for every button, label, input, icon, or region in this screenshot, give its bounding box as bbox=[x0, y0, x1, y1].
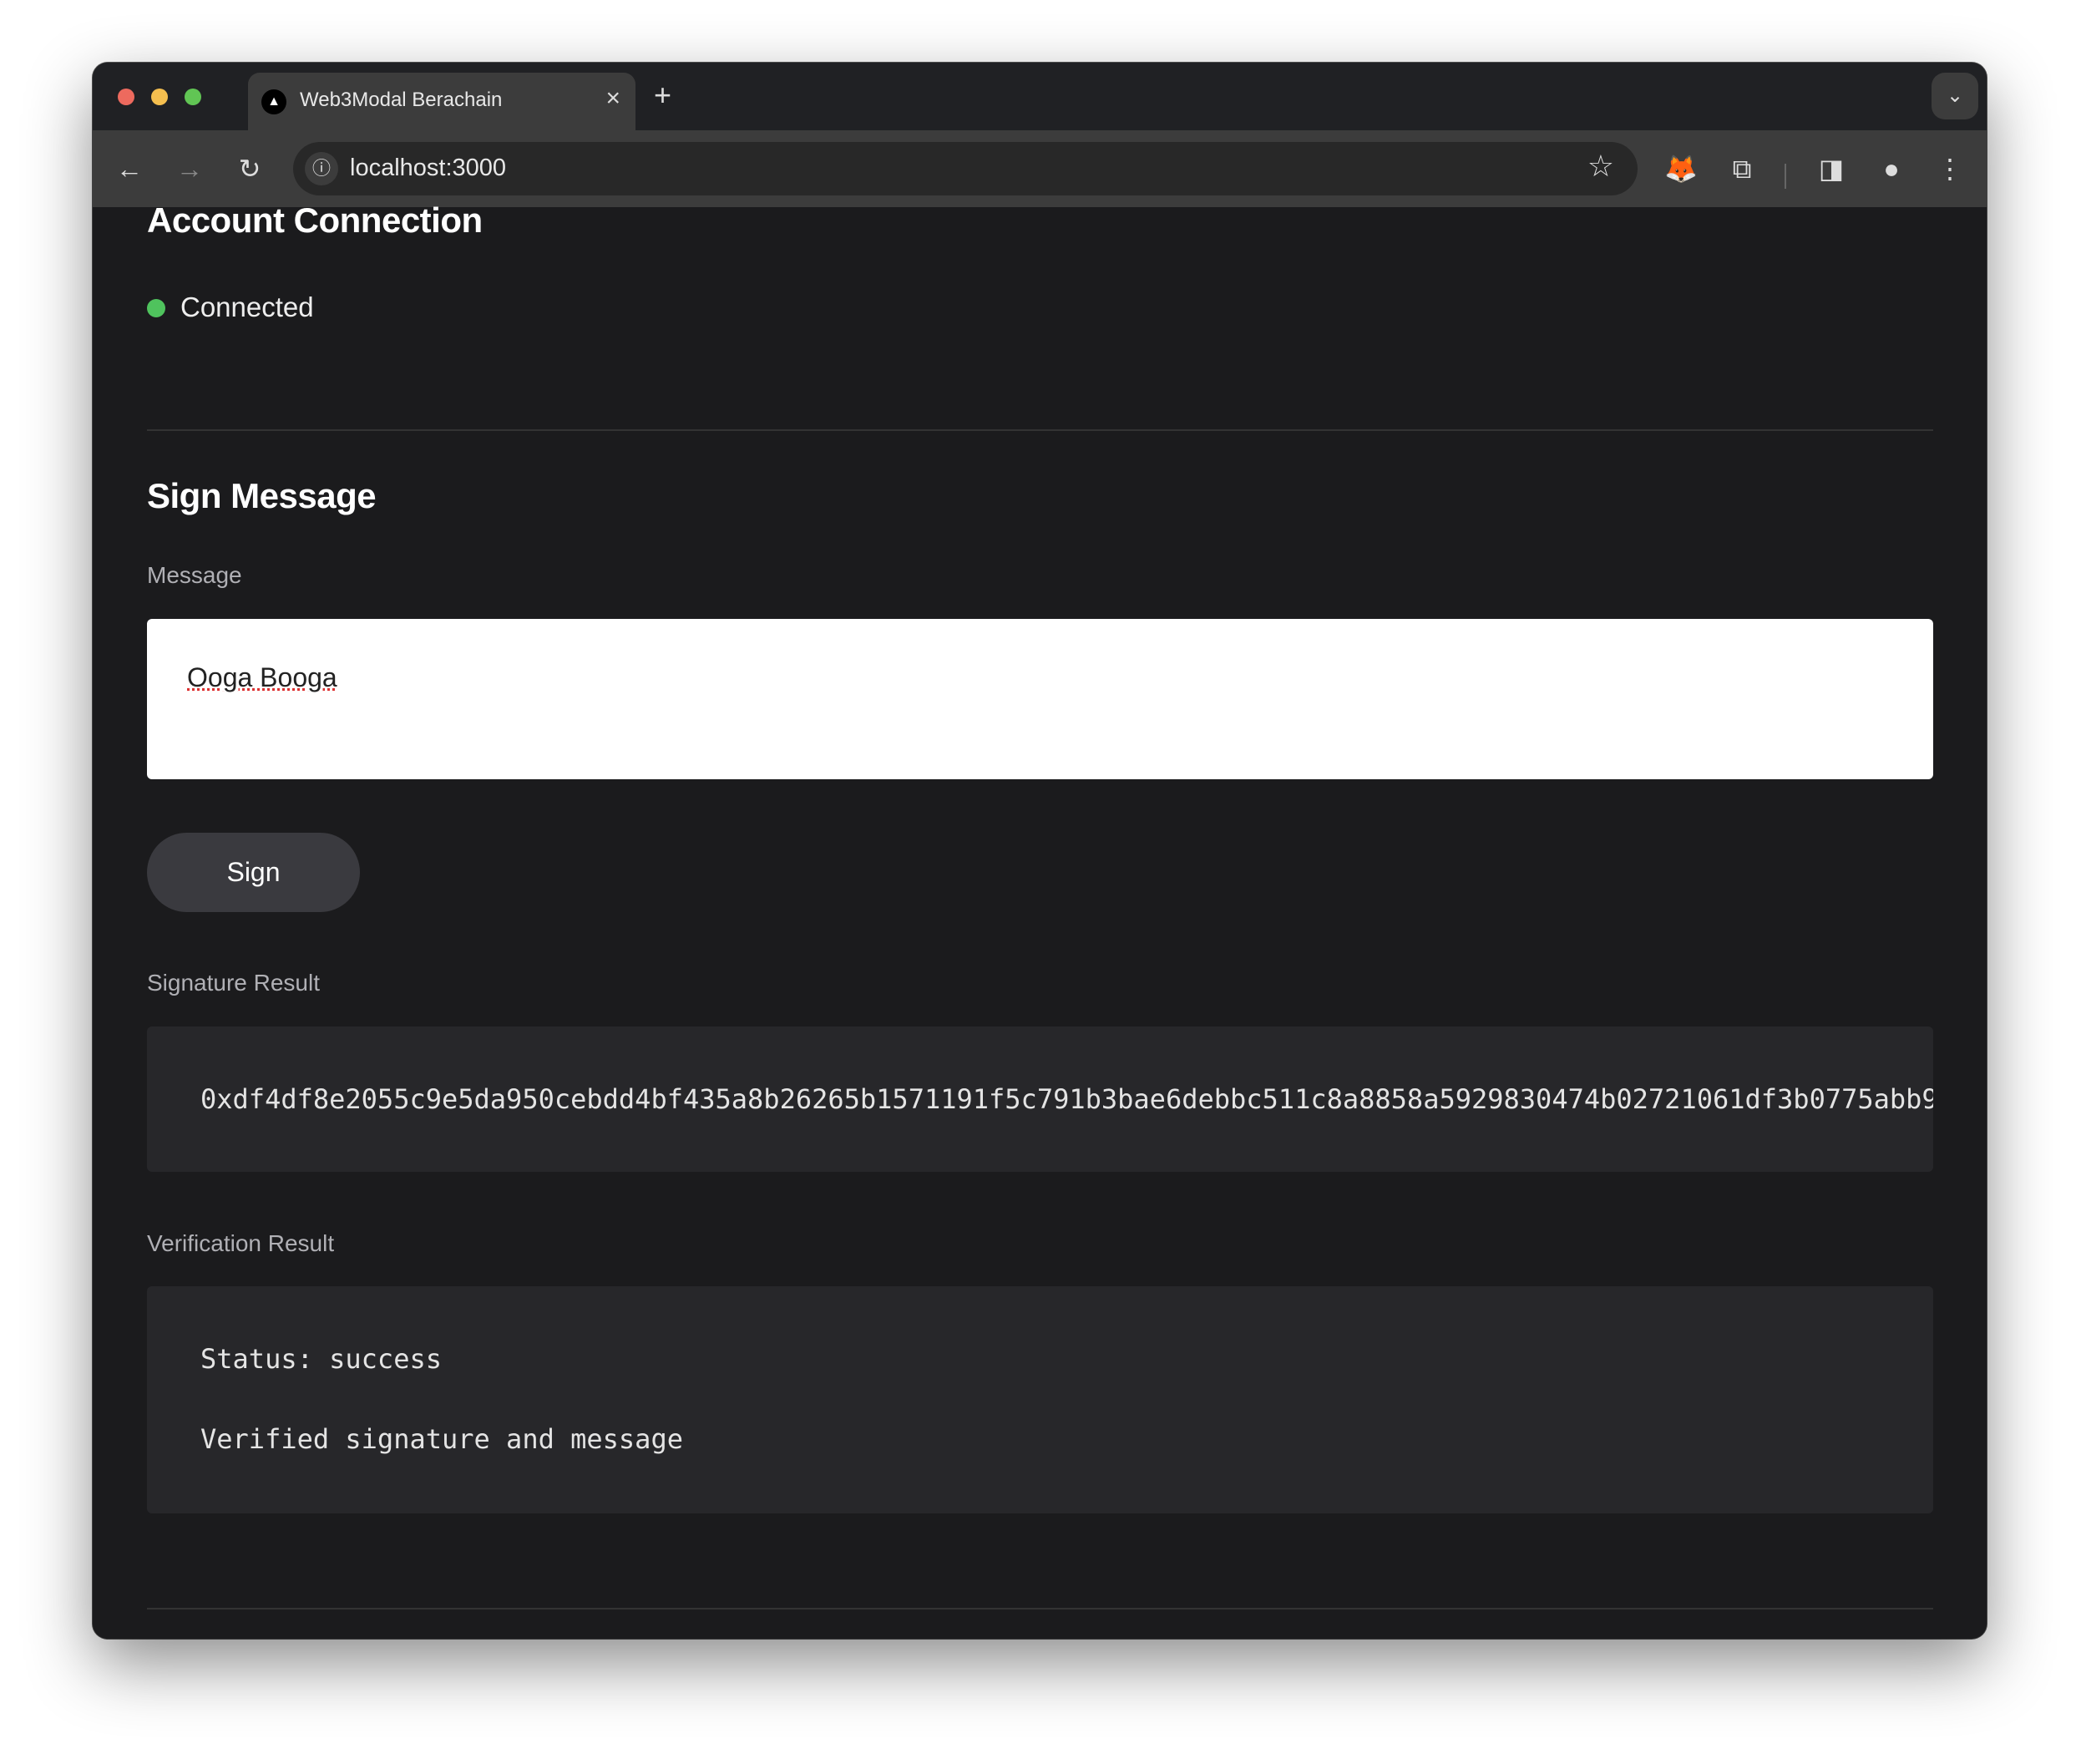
verification-message: Verified signature and message bbox=[200, 1423, 683, 1455]
toolbar-divider bbox=[1785, 164, 1786, 189]
tab-web3modal[interactable]: ▲ Web3Modal Berachain × bbox=[248, 73, 635, 130]
signature-result-box: 0xdf4df8e2055c9e5da950cebdd4bf435a8b2626… bbox=[147, 1026, 1933, 1172]
metamask-fox-icon[interactable]: 🦊 bbox=[1663, 149, 1699, 189]
divider bbox=[147, 429, 1933, 431]
sign-message-title: Sign Message bbox=[147, 476, 377, 515]
browser-window: ▲ Web3Modal Berachain × + ⌄ ← → ↻ ⓘ loca… bbox=[93, 63, 1987, 1639]
reload-icon[interactable]: ↻ bbox=[231, 149, 268, 189]
close-window-button[interactable] bbox=[118, 89, 134, 105]
toolbar: ← → ↻ ⓘ localhost:3000 ☆ 🦊 ⧉ ◨ ● ⋮ bbox=[93, 130, 1987, 207]
favicon-icon: ▲ bbox=[261, 89, 286, 114]
signature-value: 0xdf4df8e2055c9e5da950cebdd4bf435a8b2626… bbox=[200, 1083, 1933, 1115]
url-text[interactable]: localhost:3000 bbox=[350, 155, 506, 182]
page-content: Account Connection Connected Sign Messag… bbox=[93, 200, 1987, 1639]
message-label: Message bbox=[147, 562, 242, 588]
account-connection-title: Account Connection bbox=[147, 200, 483, 240]
address-bar[interactable]: ⓘ localhost:3000 ☆ bbox=[293, 142, 1638, 195]
connection-status: Connected bbox=[180, 291, 314, 322]
message-textarea[interactable]: Ooga Booga bbox=[147, 619, 1933, 779]
tab-title: Web3Modal Berachain bbox=[300, 89, 503, 111]
sign-button[interactable]: Sign bbox=[147, 833, 360, 912]
close-tab-icon[interactable]: × bbox=[605, 84, 620, 113]
back-icon[interactable]: ← bbox=[111, 149, 148, 189]
forward-icon[interactable]: → bbox=[171, 149, 208, 189]
status-dot-icon bbox=[147, 299, 165, 317]
maximize-window-button[interactable] bbox=[185, 89, 201, 105]
side-panel-icon[interactable]: ◨ bbox=[1813, 149, 1850, 189]
verification-result-box: Status: success Verified signature and m… bbox=[147, 1286, 1933, 1513]
profile-avatar-icon[interactable]: ● bbox=[1873, 149, 1910, 189]
more-menu-icon[interactable]: ⋮ bbox=[1932, 149, 1968, 189]
tab-bar: ▲ Web3Modal Berachain × + ⌄ bbox=[93, 63, 1987, 130]
signature-result-label: Signature Result bbox=[147, 970, 321, 996]
tab-search-chevron-icon[interactable]: ⌄ bbox=[1932, 73, 1978, 119]
verification-result-label: Verification Result bbox=[147, 1230, 335, 1256]
new-tab-icon[interactable]: + bbox=[654, 78, 671, 113]
verification-status: Status: success bbox=[200, 1343, 442, 1375]
divider bbox=[147, 1608, 1933, 1609]
extensions-puzzle-icon[interactable]: ⧉ bbox=[1724, 149, 1760, 189]
bookmark-star-icon[interactable]: ☆ bbox=[1587, 149, 1614, 184]
minimize-window-button[interactable] bbox=[151, 89, 168, 105]
site-info-icon[interactable]: ⓘ bbox=[305, 152, 338, 185]
message-value: Ooga Booga bbox=[187, 662, 337, 692]
